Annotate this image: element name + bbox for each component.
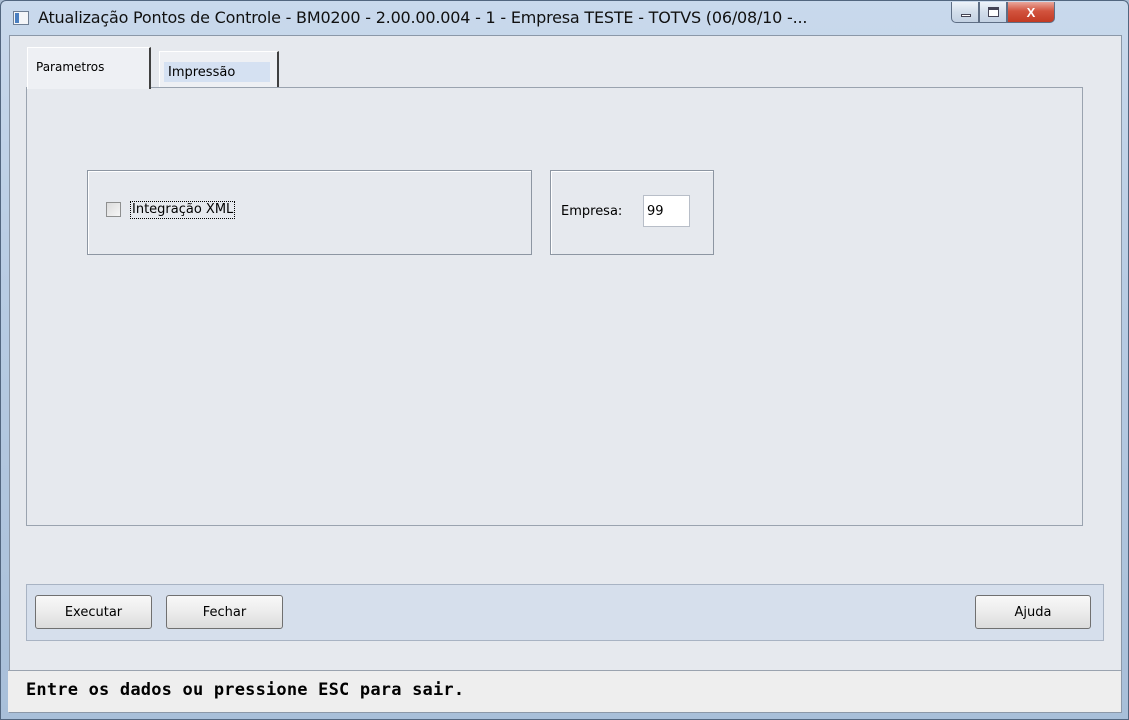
close-button[interactable]: X: [1007, 2, 1055, 23]
minimize-button[interactable]: [951, 2, 979, 23]
close-icon: X: [1026, 4, 1036, 20]
executar-button[interactable]: Executar: [35, 595, 152, 629]
tab-impressao-label: Impressão: [164, 62, 270, 82]
ajuda-button[interactable]: Ajuda: [975, 595, 1091, 629]
minimize-icon: [961, 14, 971, 17]
app-icon[interactable]: [13, 11, 29, 25]
title-bar[interactable]: Atualização Pontos de Controle - BM0200 …: [1, 1, 1128, 35]
tab-impressao[interactable]: Impressão: [159, 51, 279, 87]
maximize-button[interactable]: [979, 2, 1007, 23]
empresa-input[interactable]: 99: [643, 195, 690, 227]
tab-parametros[interactable]: Parametros: [27, 47, 151, 89]
integracao-xml-checkbox[interactable]: [106, 202, 121, 217]
status-message: Entre os dados ou pressione ESC para sai…: [26, 680, 465, 700]
empresa-label: Empresa:: [561, 204, 623, 219]
fechar-button[interactable]: Fechar: [166, 595, 283, 629]
window-title: Atualização Pontos de Controle - BM0200 …: [38, 8, 808, 27]
parametros-panel: [26, 87, 1083, 526]
integracao-xml-label[interactable]: Integração XML: [130, 201, 236, 219]
maximize-icon: [988, 7, 999, 17]
